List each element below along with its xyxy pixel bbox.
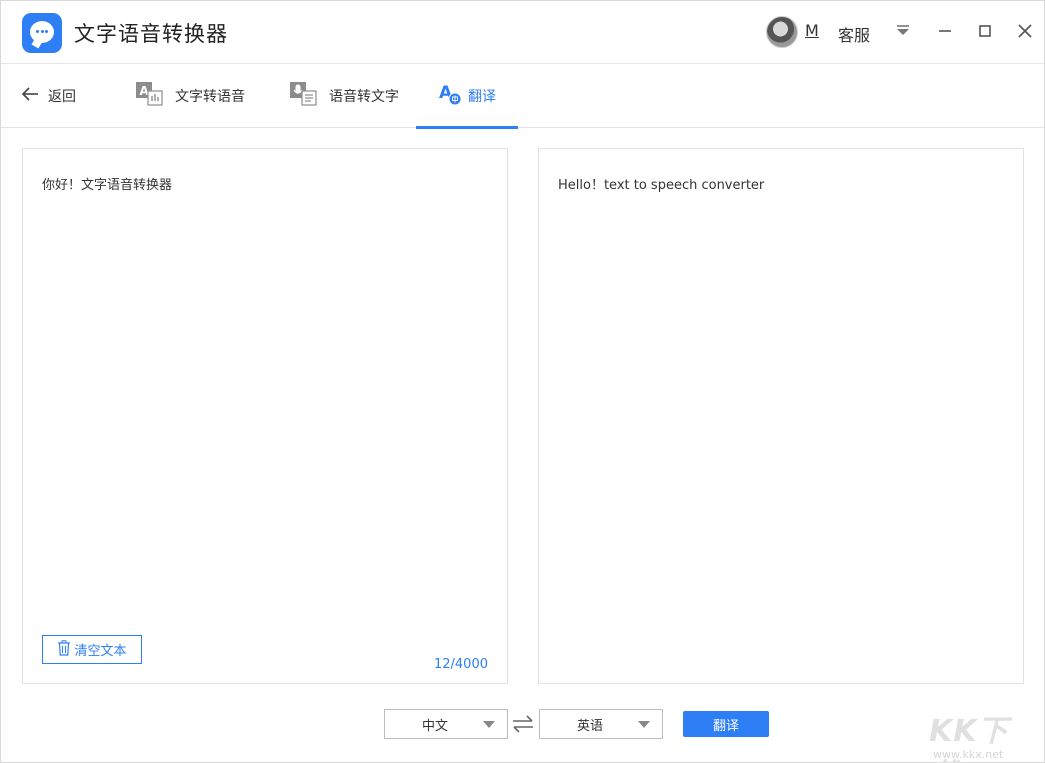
tab-label-translate: 翻译 (468, 89, 496, 105)
back-button[interactable]: 返回 (20, 64, 76, 128)
tab-label-text-to-speech: 文字转语音 (175, 89, 245, 105)
tab-label-speech-to-text: 语音转文字 (329, 89, 399, 105)
source-language-select[interactable]: 中文 (384, 709, 508, 739)
target-language-value: 英语 (576, 718, 603, 734)
target-language-select[interactable]: 英语 (539, 709, 663, 739)
tab-bar: 返回 A 文字转语音 语音转文字 A 翻译 (1, 63, 1044, 129)
arrow-left-icon (20, 84, 40, 108)
title-bar: 文字语音转换器 M 客服 (1, 1, 1044, 63)
tab-text-to-speech[interactable]: A 文字转语音 (135, 64, 245, 128)
app-logo-icon (22, 13, 62, 53)
watermark-url: www.kkx.net (933, 748, 1004, 761)
result-text-area[interactable]: Hello！text to speech converter (538, 148, 1024, 684)
source-language-value: 中文 (421, 718, 448, 734)
trash-icon (57, 639, 71, 660)
source-text-area[interactable]: 你好！文字语音转换器 清空文本 12/4000 (22, 148, 508, 684)
char-counter: 12/4000 (433, 657, 488, 672)
chevron-down-icon (638, 721, 650, 728)
translate-icon: A (438, 82, 462, 110)
customer-service-button[interactable]: 客服 (838, 22, 870, 46)
result-text[interactable]: Hello！text to speech converter (558, 174, 764, 193)
clear-text-button[interactable]: 清空文本 (42, 635, 142, 664)
translate-button[interactable]: 翻译 (683, 711, 769, 737)
clear-text-label: 清空文本 (74, 644, 127, 659)
user-name-link[interactable]: M (805, 21, 819, 40)
close-icon[interactable] (1013, 19, 1037, 43)
app-title: 文字语音转换器 (74, 22, 228, 46)
source-text[interactable]: 你好！文字语音转换器 (42, 174, 172, 193)
avatar[interactable] (766, 16, 798, 48)
tab-speech-to-text[interactable]: 语音转文字 (289, 64, 399, 128)
watermark: KK下载 www.kkx.net (929, 704, 1025, 763)
back-label: 返回 (48, 89, 76, 105)
app-window: 文字语音转换器 M 客服 返回 A 文字转语音 语音转文字 A 翻译 你好！文字… (0, 0, 1045, 763)
chevron-down-icon (483, 721, 495, 728)
tab-translate[interactable]: A 翻译 (416, 64, 518, 129)
speech-to-text-icon (289, 81, 317, 111)
minimize-icon[interactable] (933, 19, 957, 43)
text-to-speech-icon: A (135, 81, 163, 111)
dropdown-icon[interactable] (891, 19, 915, 43)
maximize-icon[interactable] (973, 19, 997, 43)
swap-languages-icon[interactable] (511, 712, 535, 736)
